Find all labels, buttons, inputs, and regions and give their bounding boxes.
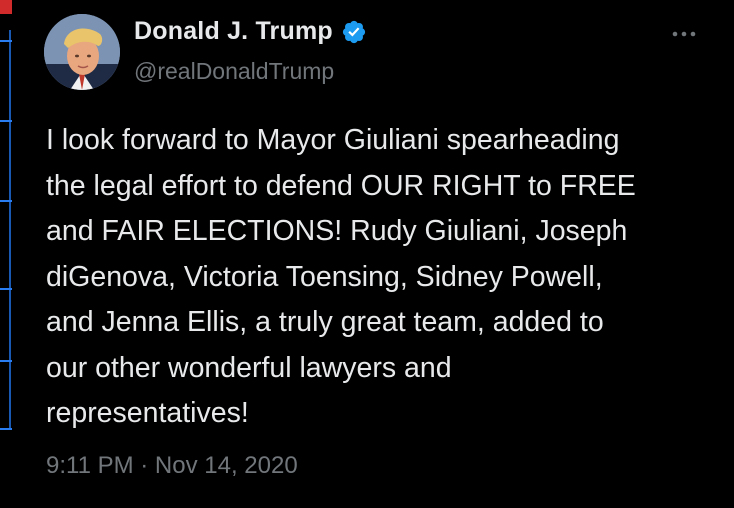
edge-blue-line <box>9 30 11 430</box>
tweet-text-line: and Jenna Ellis, a truly great team, add… <box>46 306 604 338</box>
tweet-card: Donald J. Trump @realDonaldTrump I look … <box>0 0 734 508</box>
author-display-name[interactable]: Donald J. Trump <box>134 17 333 46</box>
tweet-text-line: representatives! <box>46 397 249 429</box>
tweet-timestamp[interactable]: 9:11 PM · Nov 14, 2020 <box>46 452 298 480</box>
author-handle[interactable]: @realDonaldTrump <box>134 58 334 85</box>
tweet-text-line: our other wonderful lawyers and <box>46 351 452 384</box>
edge-tick <box>0 288 12 290</box>
edge-tick <box>0 120 12 122</box>
profile-photo <box>44 14 120 90</box>
edge-tick <box>0 200 12 202</box>
more-options-icon[interactable] <box>666 22 702 46</box>
avatar[interactable] <box>44 14 120 90</box>
verified-badge-icon <box>342 20 365 43</box>
tweet-text: I look forward to Mayor Giuliani spearhe… <box>46 118 706 437</box>
left-edge-fragment <box>0 0 12 508</box>
edge-tick <box>0 40 12 42</box>
edge-red-mark <box>0 0 12 14</box>
edge-tick <box>0 428 12 430</box>
author-name-row[interactable]: Donald J. Trump <box>134 17 367 46</box>
tweet-text-line: I look forward to Mayor Giuliani spearhe… <box>46 124 620 156</box>
tweet-text-line: the legal effort to defend OUR RIGHT to … <box>46 169 636 202</box>
tweet-text-line: diGenova, Victoria Toensing, Sidney Powe… <box>46 260 603 293</box>
edge-tick <box>0 360 12 362</box>
tweet-text-line: and FAIR ELECTIONS! Rudy Giuliani, Josep… <box>46 215 628 247</box>
